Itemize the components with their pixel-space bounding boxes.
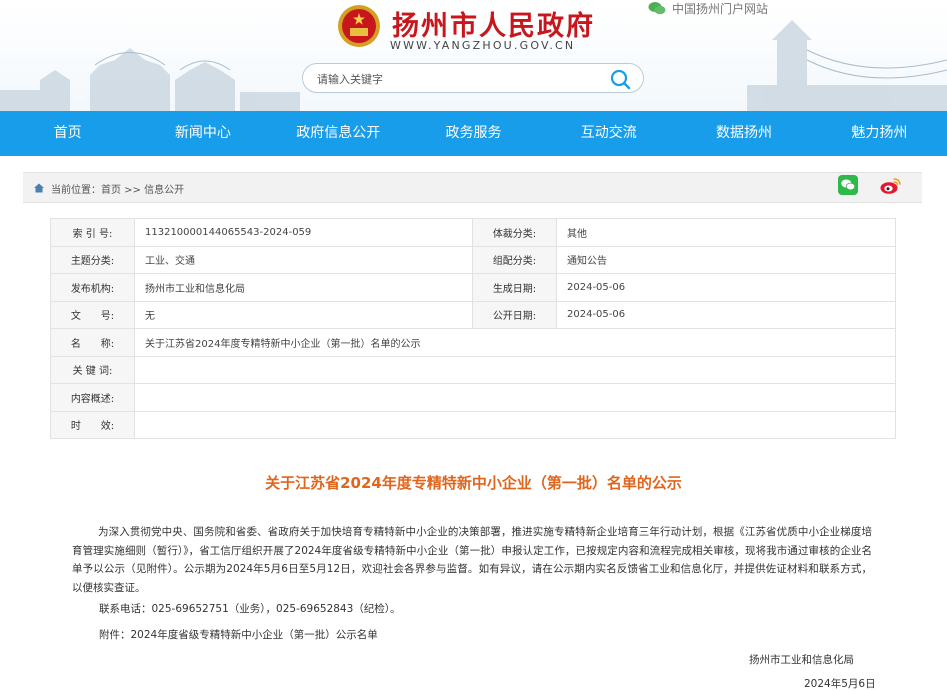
signer: 扬州市工业和信息化局: [749, 654, 854, 666]
table-row: 内容概述:: [50, 383, 896, 412]
validity-value: [134, 410, 896, 439]
topic-label: 主题分类:: [50, 245, 135, 274]
nav-data[interactable]: 数据扬州: [676, 111, 811, 156]
org-cat-value: 通知公告: [556, 245, 896, 274]
table-row: 主题分类: 工业、交通 组配分类: 通知公告: [50, 245, 896, 274]
metadata-table: 索 引 号: 113210000144065543-2024-059 体裁分类:…: [50, 218, 896, 439]
contact-line: 联系电话：025-69652751（业务），025-69652843（纪检）。: [99, 603, 401, 615]
table-row: 文 号: 无 公开日期: 2024-05-06: [50, 300, 896, 329]
pavilion-scenery: [0, 48, 300, 111]
table-row: 索 引 号: 113210000144065543-2024-059 体裁分类:…: [50, 218, 896, 247]
published-value: 2024-05-06: [556, 300, 896, 329]
national-emblem-icon: [338, 5, 380, 47]
summary-label: 内容概述:: [50, 383, 135, 412]
keywords-value: [134, 355, 896, 384]
breadcrumb-separator: >>: [121, 185, 145, 196]
article-title: 关于江苏省2024年度专精特新中小企业（第一批）名单的公示: [265, 474, 682, 492]
published-label: 公开日期:: [472, 300, 557, 329]
name-label: 名 称:: [50, 328, 135, 357]
site-title: 扬州市人民政府: [392, 11, 595, 42]
summary-value: [134, 383, 896, 412]
docno-label: 文 号:: [50, 300, 135, 329]
issuer-value: 扬州市工业和信息化局: [134, 273, 473, 302]
search-icon[interactable]: [609, 68, 631, 90]
wechat-small-icon: [648, 2, 666, 15]
wechat-share-icon[interactable]: [838, 175, 858, 195]
bridge-scenery: [747, 20, 947, 111]
genre-value: 其他: [556, 218, 896, 247]
nav-interaction[interactable]: 互动交流: [541, 111, 676, 156]
table-row: 名 称: 关于江苏省2024年度专精特新中小企业（第一批）名单的公示: [50, 328, 896, 357]
home-icon: [34, 183, 44, 193]
name-value: 关于江苏省2024年度专精特新中小企业（第一批）名单的公示: [134, 328, 896, 357]
site-url: WWW.YANGZHOU.GOV.CN: [390, 39, 576, 52]
breadcrumb-prefix: 当前位置：: [51, 185, 101, 196]
created-label: 生成日期:: [472, 273, 557, 302]
portal-link-label: 中国扬州门户网站: [672, 1, 769, 16]
table-row: 发布机构: 扬州市工业和信息化局 生成日期: 2024-05-06: [50, 273, 896, 302]
genre-label: 体裁分类:: [472, 218, 557, 247]
attachment-link[interactable]: 附件：2024年度省级专精特新中小企业（第一批）公示名单: [99, 627, 378, 642]
breadcrumb-current[interactable]: 信息公开: [144, 185, 184, 196]
created-value: 2024-05-06: [556, 273, 896, 302]
search-box: [302, 63, 644, 93]
breadcrumb: 当前位置：首页 >> 信息公开: [51, 181, 184, 196]
org-cat-label: 组配分类:: [472, 245, 557, 274]
keywords-label: 关 键 词:: [50, 355, 135, 384]
breadcrumb-bar: 当前位置：首页 >> 信息公开: [23, 172, 922, 203]
index-label: 索 引 号:: [50, 218, 135, 247]
search-input[interactable]: [317, 70, 597, 88]
validity-label: 时 效:: [50, 410, 135, 439]
nav-news[interactable]: 新闻中心: [135, 111, 270, 156]
issuer-label: 发布机构:: [50, 273, 135, 302]
breadcrumb-home[interactable]: 首页: [101, 185, 121, 196]
index-value: 113210000144065543-2024-059: [134, 218, 473, 247]
nav-services[interactable]: 政务服务: [406, 111, 541, 156]
nav-home[interactable]: 首页: [0, 111, 135, 156]
main-nav: 首页 新闻中心 政府信息公开 政务服务 互动交流 数据扬州 魅力扬州: [0, 111, 947, 156]
portal-link[interactable]: 中国扬州门户网站: [648, 0, 768, 16]
table-row: 关 键 词:: [50, 355, 896, 384]
site-header: 扬州市人民政府 WWW.YANGZHOU.GOV.CN 中国扬州门户网站: [0, 0, 947, 111]
nav-charm[interactable]: 魅力扬州: [812, 111, 947, 156]
sign-date: 2024年5月6日: [804, 678, 876, 690]
topic-value: 工业、交通: [134, 245, 473, 274]
article-body: 为深入贯彻党中央、国务院和省委、省政府关于加快培育专精特新中小企业的决策部署，推…: [72, 526, 872, 594]
docno-value: 无: [134, 300, 473, 329]
weibo-share-icon[interactable]: [879, 175, 903, 195]
table-row: 时 效:: [50, 410, 896, 439]
nav-gov-info[interactable]: 政府信息公开: [271, 111, 406, 156]
